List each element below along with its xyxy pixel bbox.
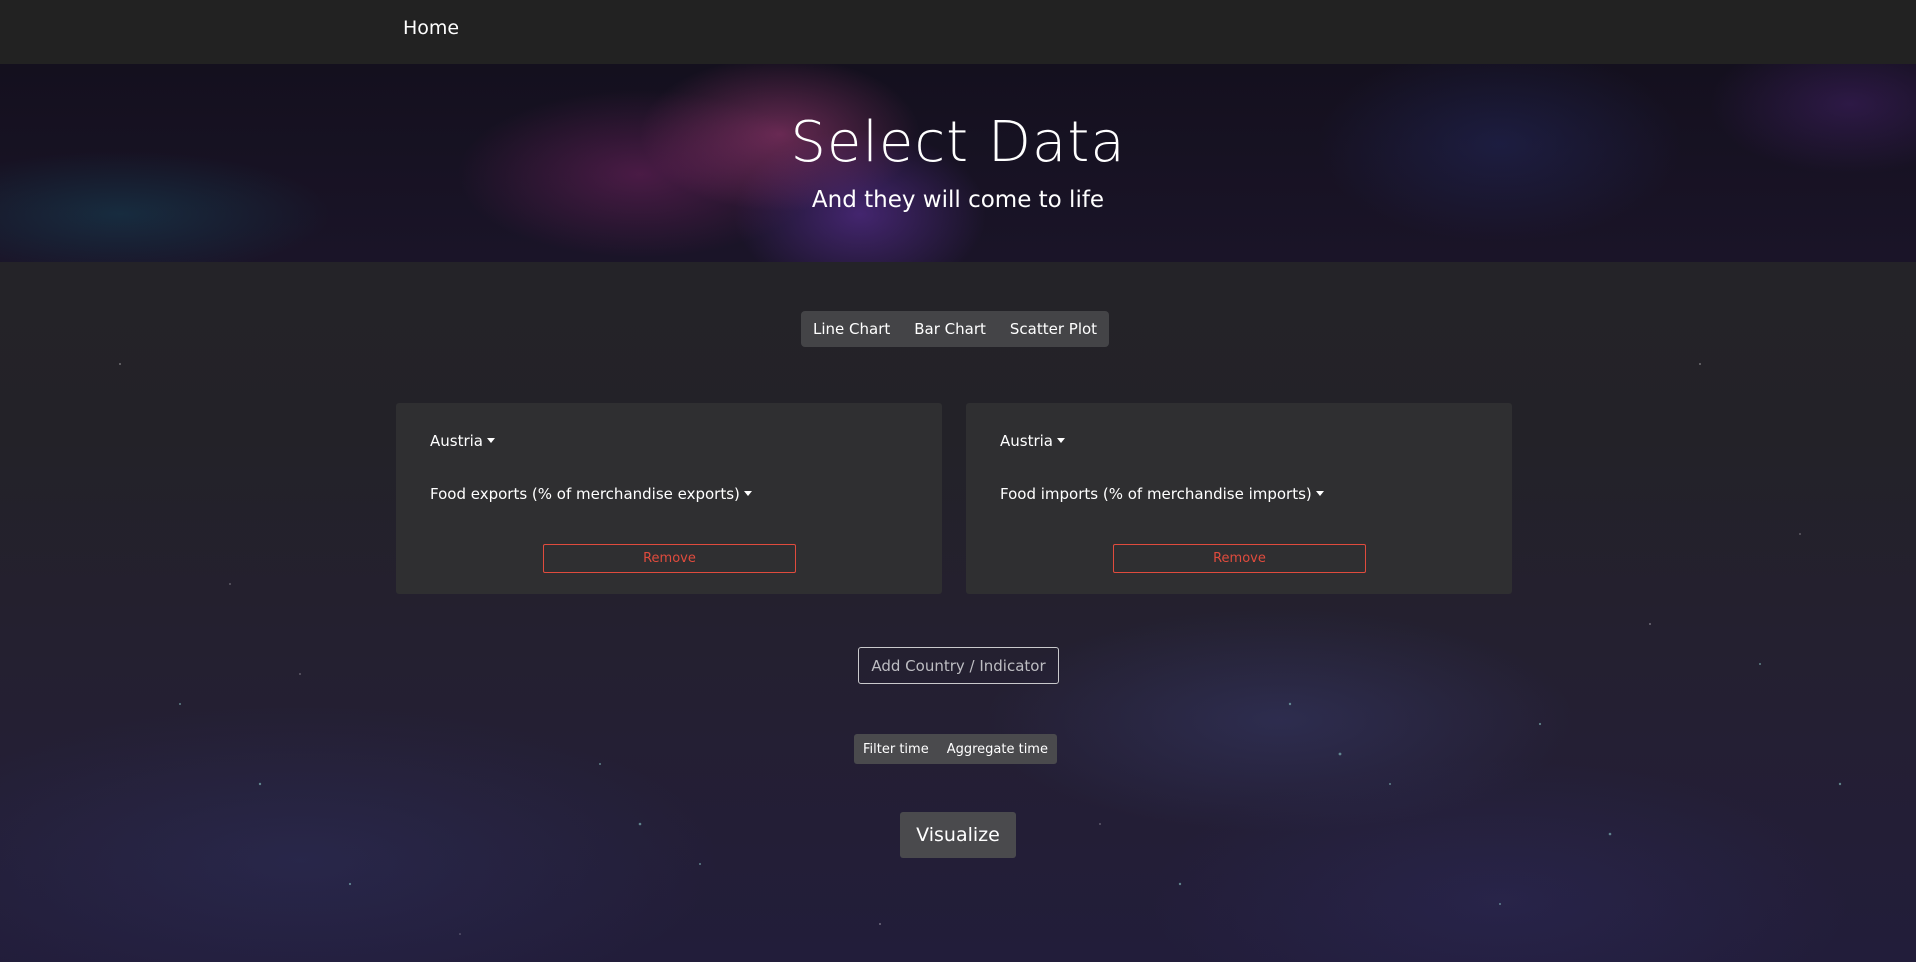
nav-home-link[interactable]: Home [403,16,459,40]
country-dropdown[interactable]: Austria [1000,431,1065,451]
visualize-button[interactable]: Visualize [900,812,1016,858]
filter-time-button[interactable]: Filter time [854,734,938,764]
bar-chart-button[interactable]: Bar Chart [902,311,998,347]
indicator-dropdown[interactable]: Food exports (% of merchandise exports) [430,484,752,504]
scatter-plot-button[interactable]: Scatter Plot [998,311,1109,347]
time-options-group: Filter time Aggregate time [854,734,1057,764]
remove-button[interactable]: Remove [1113,544,1366,573]
caret-down-icon [1315,491,1324,496]
caret-down-icon [743,491,752,496]
add-country-indicator-button[interactable]: Add Country / Indicator [858,647,1059,684]
page-subtitle: And they will come to life [811,187,1105,213]
chart-type-selector: Line Chart Bar Chart Scatter Plot [801,311,1110,347]
indicator-dropdown-label: Food imports (% of merchandise imports) [1000,485,1312,503]
caret-down-icon [1057,438,1065,443]
selection-card: Austria Food exports (% of merchandise e… [396,403,942,594]
navbar: Home [0,0,1916,64]
indicator-dropdown-label: Food exports (% of merchandise exports) [430,485,740,503]
country-dropdown-label: Austria [430,432,483,450]
remove-button[interactable]: Remove [543,544,796,573]
indicator-dropdown[interactable]: Food imports (% of merchandise imports) [1000,484,1324,504]
selection-card: Austria Food imports (% of merchandise i… [966,403,1512,594]
page-title: Select Data [790,110,1126,175]
line-chart-button[interactable]: Line Chart [801,311,902,347]
aggregate-time-button[interactable]: Aggregate time [938,734,1057,764]
caret-down-icon [487,438,495,443]
hero-banner: Select Data And they will come to life [0,64,1916,262]
country-dropdown-label: Austria [1000,432,1053,450]
country-dropdown[interactable]: Austria [430,431,495,451]
